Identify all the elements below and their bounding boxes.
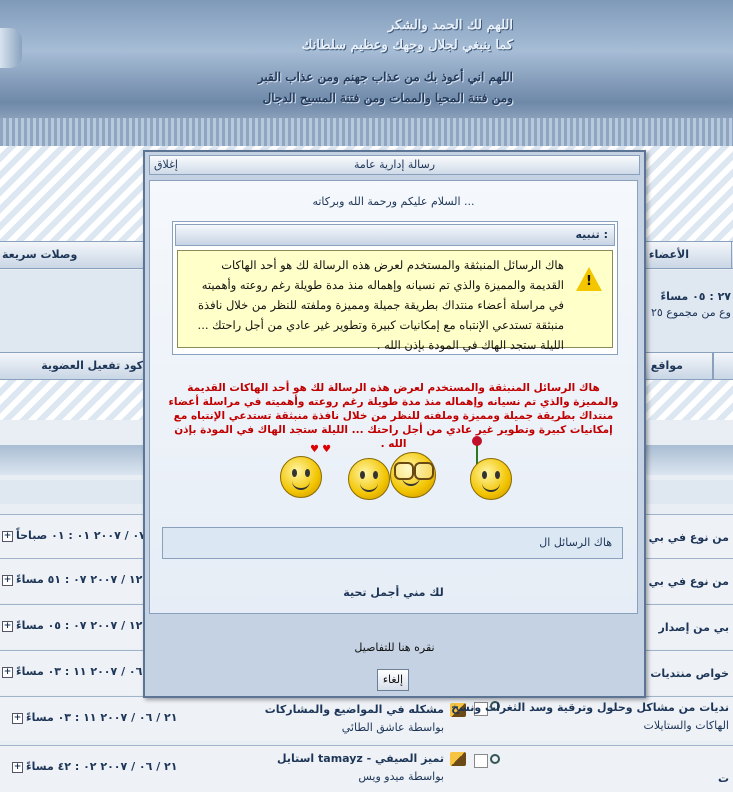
nav-members-label: الأعضاء [648,248,689,261]
dialog-title-bar[interactable]: رسالة إدارية عامة إغلاق [149,155,640,175]
last-topic-title[interactable]: استايل tamayz - تميز الصيفي [277,752,444,765]
notice-title: تنبيه : [575,228,608,241]
last-post-date: ٠٧ / ٢٠٠٧ ٠١ : ٠١ صباحاً [16,529,146,542]
greeting-text: السلام عليكم ورحمة الله وبركاته ... [312,195,475,208]
banner-line-3: اللهم اني أعوذ بك من عذاب جهنم ومن عذاب … [257,70,513,84]
note-icon[interactable] [474,754,488,768]
nav-sites[interactable]: مواقع [640,353,714,379]
expand-icon[interactable]: + [12,761,23,773]
forum-title[interactable]: من نوع في بي [649,531,729,544]
forum-title[interactable]: خواص منتديات [650,667,729,680]
last-topic-author[interactable]: بواسطة عاشق الطائي [342,721,444,734]
smiley-icon [280,456,322,498]
expand-icon[interactable]: + [2,574,13,586]
notice-header: تنبيه : [175,224,615,246]
banner-stripes [0,118,733,146]
signature-text: لك مني أجمل تحية [343,586,444,599]
stats-time: ٢٧ : ٠٥ مساءً [660,290,731,303]
nav-extra[interactable] [712,353,733,379]
forum-title[interactable]: من نوع في بي [649,575,729,588]
banner-line-4: ومن فتنة المحيا والممات ومن فتنة المسيح … [262,91,513,105]
nav-quick-links[interactable]: وصلات سريعة [0,242,146,268]
nav-quick-links-label: وصلات سريعة [2,248,78,261]
nav-activate-label: كود تفعيل العضوية [41,359,143,372]
smiley-glasses-icon [390,452,438,500]
table-row: +٢١ / ٠٦ / ٢٠٠٧ ٠٢ : ٤٢ مساءً استايل tam… [0,745,733,792]
message-text-red: هاك الرسائل المنبثقة والمستخدم لعرض هذه … [168,382,619,450]
forum-title[interactable]: نديات من مشاكل وحلول وترقية وسد الثغرات … [451,701,729,714]
stats-total: وع من مجموع ٢٥ [650,306,731,319]
details-link[interactable]: نقره هنا للتفاصيل [145,641,644,654]
last-topic-author[interactable]: بواسطة ميدو ويس [358,770,444,783]
banner-line-1: اللهم لك الحمد والشكر [387,18,513,33]
smiley-wink-icon [348,458,390,500]
last-post-date: ٢١ / ٠٦ / ٢٠٠٧ ١١ : ٠٣ مساءً [26,711,178,724]
admin-message-dialog: رسالة إدارية عامة إغلاق السلام عليكم ورح… [143,150,646,698]
search-icon[interactable] [490,754,500,764]
close-link[interactable]: إغلاق [154,158,178,171]
site-logo [0,28,22,68]
expand-icon[interactable]: + [2,620,13,632]
smileys-image: ♥ ♥ [280,436,520,516]
expand-icon[interactable]: + [2,530,13,542]
banner-line-2: كما ينبغي لجلال وجهك وعظيم سلطانك [301,38,513,53]
forum-title[interactable]: بي من إصدار [659,621,730,634]
notice-box: تنبيه : هاك الرسائل المنبثقة والمستخدم ل… [172,221,618,355]
dialog-body: السلام عليكم ورحمة الله وبركاته ... تنبي… [149,180,638,614]
pencil-icon [450,752,466,766]
last-post-date: ٠٦ / ٢٠٠٧ ١١ : ٠٣ مساءً [16,665,143,678]
nav-activate[interactable]: كود تفعيل العضوية [0,353,146,379]
cancel-button[interactable]: إلغاء [377,669,409,691]
nav-members[interactable]: الأعضاء [640,242,732,268]
table-row: +٢١ / ٠٦ / ٢٠٠٧ ١١ : ٠٣ مساءً مشكله في ا… [0,696,733,741]
expand-icon[interactable]: + [12,712,23,724]
warning-icon [576,267,602,291]
hearts-icon: ♥ ♥ [310,444,332,455]
last-topic: استايل tamayz - تميز الصيفي بواسطة ميدو … [258,746,468,790]
last-post-date: ٢١ / ٠٦ / ٢٠٠٧ ٠٢ : ٤٢ مساءً [26,760,178,773]
forum-subtitle: الهاكات والستايلات [643,719,729,732]
nav-sites-label: مواقع [650,359,683,372]
forum-title[interactable]: ت [718,772,729,785]
notice-content: هاك الرسائل المنبثقة والمستخدم لعرض هذه … [177,250,613,352]
last-topic: مشكله في المواضيع والمشاركات بواسطة عاشق… [258,697,468,741]
notice-text: هاك الرسائل المنبثقة والمستخدم لعرض هذه … [197,258,564,352]
message-preview-text: هاك الرسائل ال [539,536,612,549]
header-banner: اللهم لك الحمد والشكر كما ينبغي لجلال وج… [0,0,733,146]
expand-icon[interactable]: + [2,666,13,678]
last-post-date: ١٢ / ٢٠٠٧ ٠٧ : ٠٥ مساءً [16,619,143,632]
last-post-date: ١٢ / ٢٠٠٧ ٠٧ : ٥١ مساءً [16,573,143,586]
dialog-title: رسالة إدارية عامة [353,158,436,171]
message-preview-box: هاك الرسائل ال [162,527,623,559]
smiley-rose-icon [470,458,512,500]
last-topic-title[interactable]: مشكله في المواضيع والمشاركات [265,703,444,716]
